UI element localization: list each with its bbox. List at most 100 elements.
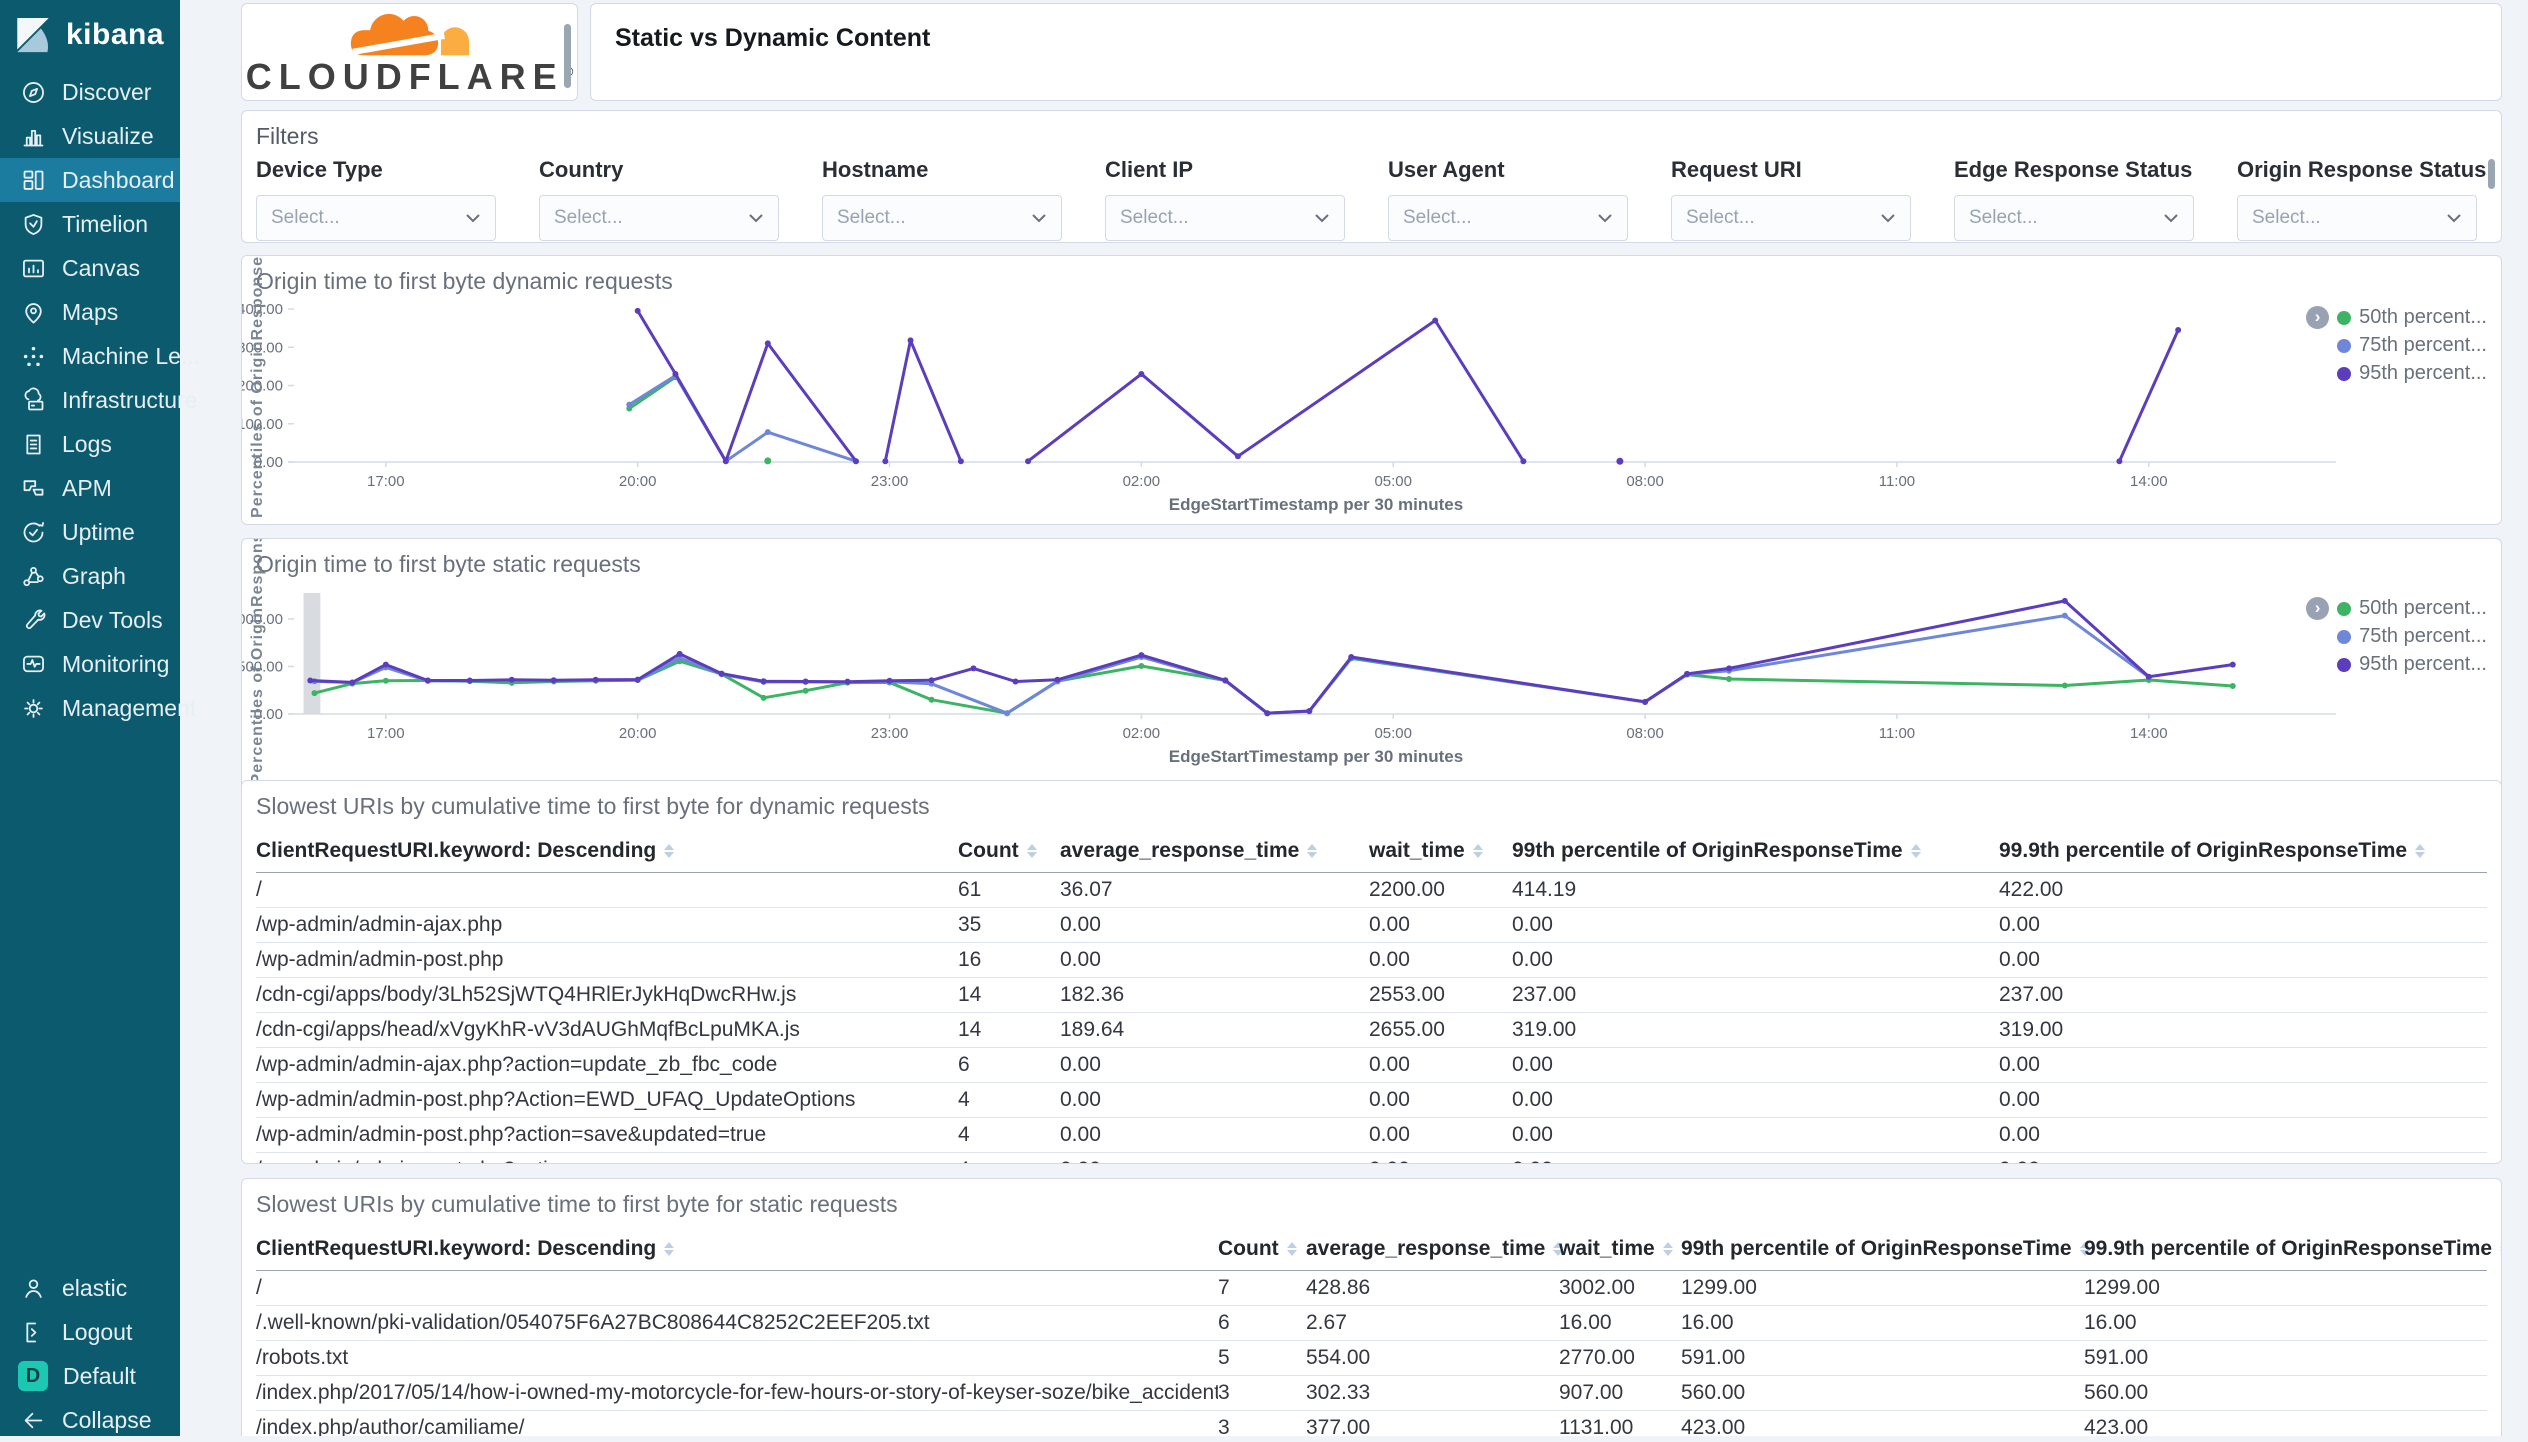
cell: 0.00	[1999, 913, 2040, 936]
sidebar-item-monitoring[interactable]: Monitoring	[0, 642, 180, 686]
sidebar-item-logout[interactable]: Logout	[0, 1310, 180, 1354]
kibana-logo[interactable]: kibana	[0, 0, 180, 66]
data-point	[1054, 676, 1061, 683]
filter-select-country[interactable]: Select...	[539, 195, 779, 241]
filter-label: Edge Response Status	[1954, 157, 2193, 182]
column-header-99th-percentile-of-originresponsetime[interactable]: 99th percentile of OriginResponseTime	[1681, 1225, 2090, 1270]
legend-entry-75th-percent[interactable]: 75th percent...	[2337, 334, 2487, 357]
cell: 3	[1218, 1381, 1230, 1404]
cell: 14	[958, 983, 982, 1006]
column-header-99-9th-percentile-of-originresponsetime[interactable]: 99.9th percentile of OriginResponseTime	[2084, 1225, 2501, 1270]
sidebar-footer-nav: elastic Logout D Default Collapse	[0, 1266, 180, 1442]
column-header-wait-time[interactable]: wait_time	[1369, 827, 1512, 872]
select-placeholder: Select...	[1686, 207, 1755, 228]
column-header-label: 99th percentile of OriginResponseTime	[1681, 1237, 2072, 1260]
legend-label: 75th percent...	[2359, 334, 2487, 356]
column-header-wait-time[interactable]: wait_time	[1559, 1225, 1681, 1270]
x-tick-label: 11:00	[1879, 725, 1915, 742]
data-point	[957, 458, 964, 465]
visualize-icon	[23, 129, 44, 146]
x-axis-label: EdgeStartTimestamp per 30 minutes	[1169, 747, 1463, 766]
column-header-99th-percentile-of-originresponsetime[interactable]: 99th percentile of OriginResponseTime	[1512, 827, 1999, 872]
data-point	[2061, 682, 2068, 689]
column-header-clientrequesturi-keyword-descending[interactable]: ClientRequestURI.keyword: Descending	[256, 1225, 1218, 1270]
filter-select-edge-response-status[interactable]: Select...	[1954, 195, 2194, 241]
chevron-down-icon	[2447, 214, 2461, 223]
legend-toggle-arrow-icon[interactable]: ›	[2306, 597, 2330, 620]
sidebar-item-canvas[interactable]: Canvas	[0, 246, 180, 290]
sidebar-item-maps[interactable]: Maps	[0, 290, 180, 334]
sidebar-item-graph[interactable]: Graph	[0, 554, 180, 598]
sidebar-item-uptime[interactable]: Uptime	[0, 510, 180, 554]
cell: 0.00	[1512, 948, 1553, 971]
user-icon	[25, 1278, 42, 1298]
filter-select-hostname[interactable]: Select...	[822, 195, 1062, 241]
select-placeholder: Select...	[1969, 207, 2038, 228]
column-header-99-9th-percentile-of-originresponsetime[interactable]: 99.9th percentile of OriginResponseTime	[1999, 827, 2487, 872]
filter-select-request-uri[interactable]: Select...	[1671, 195, 1911, 241]
data-point	[882, 458, 889, 465]
cell: 0.00	[1369, 1123, 1410, 1146]
cell: 0.00	[1999, 1053, 2040, 1076]
column-header-average-response-time[interactable]: average_response_time	[1060, 827, 1369, 872]
legend-entry-95th-percent[interactable]: 95th percent...	[2337, 653, 2487, 676]
logo-panel-scrollbar[interactable]	[564, 24, 571, 88]
chevron-down-icon	[1881, 214, 1895, 223]
chart-dynamic-plot: 0.00100.00200.00300.00400.0017:0020:0023…	[242, 256, 2336, 518]
cell: 0.00	[1369, 1053, 1410, 1076]
sidebar-item-elastic[interactable]: elastic	[0, 1266, 180, 1310]
table-static: ClientRequestURI.keyword: Descending Coun…	[256, 1225, 2501, 1436]
legend-toggle-arrow-icon[interactable]: ›	[2306, 306, 2330, 329]
data-point	[382, 677, 389, 684]
filters-panel-scrollbar[interactable]	[2488, 159, 2495, 189]
sidebar-item-timelion[interactable]: Timelion	[0, 202, 180, 246]
chevron-down-icon	[1032, 214, 1046, 223]
cell: 0.00	[1369, 948, 1410, 971]
data-point	[626, 401, 633, 408]
filter-label: Client IP	[1105, 157, 1194, 182]
column-header-count[interactable]: Count	[1218, 1225, 1306, 1270]
filter-select-origin-response-status[interactable]: Select...	[2237, 195, 2477, 241]
sidebar-item-management[interactable]: Management	[0, 686, 196, 730]
cell: 0.00	[1512, 1123, 1553, 1146]
legend-entry-95th-percent[interactable]: 95th percent...	[2337, 362, 2487, 385]
cell: /wp-admin/admin-post.php?Action=EWD_UFAQ…	[256, 1088, 856, 1111]
dashboard-title: Static vs Dynamic Content	[615, 24, 931, 52]
cell: 182.36	[1060, 983, 1125, 1006]
sidebar-item-collapse[interactable]: Collapse	[0, 1398, 180, 1442]
column-header-count[interactable]: Count	[958, 827, 1060, 872]
filter-select-device-type[interactable]: Select...	[256, 195, 496, 241]
sidebar-item-dev-tools[interactable]: Dev Tools	[0, 598, 180, 642]
table-row: /.well-known/pki-validation/054075F6A27B…	[256, 1306, 2487, 1341]
filter-select-client-ip[interactable]: Select...	[1105, 195, 1345, 241]
legend-label: 95th percent...	[2359, 362, 2487, 384]
legend-entry-50th-percent[interactable]: 50th percent...	[2337, 597, 2487, 620]
sort-icon	[2415, 844, 2426, 858]
table-dynamic: ClientRequestURI.keyword: Descending Coun…	[256, 827, 2487, 1163]
filter-select-user-agent[interactable]: Select...	[1388, 195, 1628, 241]
data-point	[1684, 670, 1691, 677]
sidebar-item-apm[interactable]: APM	[0, 466, 180, 510]
sidebar-item-label: Default	[63, 1362, 136, 1389]
cell: 2.67	[1306, 1311, 1347, 1334]
sidebar-item-default[interactable]: D Default	[0, 1354, 180, 1398]
sidebar-item-discover[interactable]: Discover	[0, 70, 180, 114]
sidebar-item-machine-le[interactable]: Machine Le...	[0, 334, 200, 378]
data-point	[634, 307, 641, 314]
legend-entry-50th-percent[interactable]: 50th percent...	[2337, 306, 2487, 329]
legend-entry-75th-percent[interactable]: 75th percent...	[2337, 625, 2487, 648]
sidebar-item-dashboard[interactable]: Dashboard	[0, 158, 180, 202]
sidebar-item-visualize[interactable]: Visualize	[0, 114, 180, 158]
column-header-clientrequesturi-keyword-descending[interactable]: ClientRequestURI.keyword: Descending	[256, 827, 958, 872]
filter-label: User Agent	[1388, 157, 1505, 182]
legend-dot-icon	[2337, 366, 2352, 381]
select-placeholder: Select...	[1120, 207, 1189, 228]
cell: 0.00	[1060, 1088, 1101, 1111]
x-tick-label: 02:00	[1123, 725, 1161, 742]
column-header-average-response-time[interactable]: average_response_time	[1306, 1225, 1564, 1270]
cell: /index.php/2017/05/14/how-i-owned-my-mot…	[256, 1381, 1218, 1404]
sidebar-item-logs[interactable]: Logs	[0, 422, 180, 466]
data-point	[672, 371, 679, 378]
sidebar-item-infrastructure[interactable]: Infrastructure	[0, 378, 198, 422]
filters-title: Filters	[256, 123, 319, 149]
